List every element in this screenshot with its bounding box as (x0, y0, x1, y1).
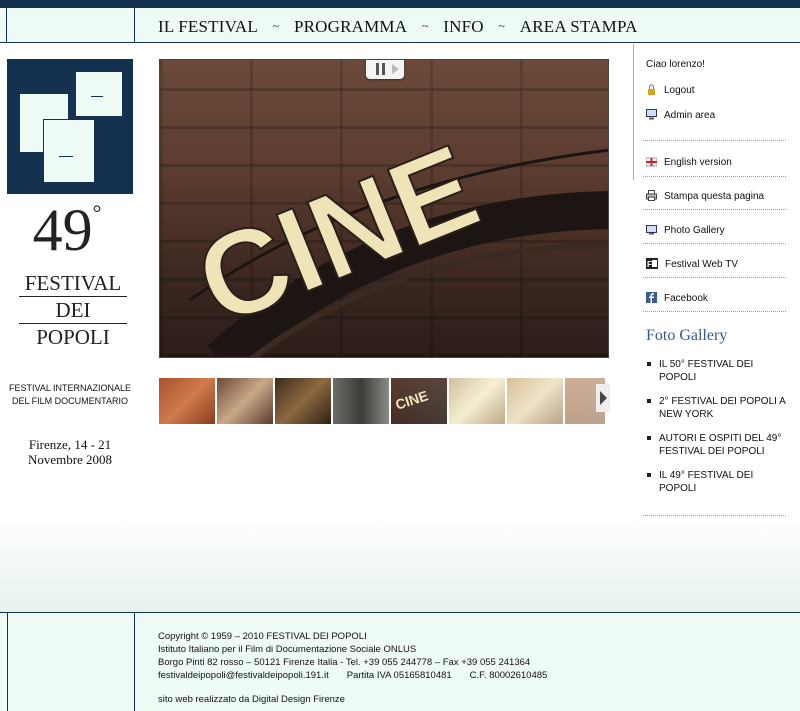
lock-icon (646, 84, 657, 95)
photo-gallery-link[interactable]: Photo Gallery (646, 224, 725, 236)
link-label: English version (664, 157, 732, 168)
festival-subtitle: FESTIVAL INTERNAZIONALE DEL FILM DOCUMEN… (8, 383, 132, 406)
gallery-item-label: IL 50° FESTIVAL DEI POPOLI (659, 359, 754, 383)
contact-line: festivaldeipopoli@festivaldeipopoli.191.… (158, 669, 547, 682)
footer: Copyright © 1959 – 2010 FESTIVAL DEI POP… (0, 612, 800, 711)
divider (134, 613, 135, 711)
logo-dash (91, 96, 103, 97)
link-label: Facebook (664, 293, 708, 304)
divider (643, 176, 786, 177)
web-tv-link[interactable]: F Festival Web TV (646, 258, 738, 270)
facebook-icon (646, 292, 657, 303)
thumbnail[interactable] (275, 378, 331, 424)
uk-flag-icon (645, 156, 658, 167)
bullet-icon (647, 362, 651, 366)
thumbnail[interactable] (217, 378, 273, 424)
main-navigation: IL FESTIVAL ~ PROGRAMMA ~ INFO ~ AREA STAMPA (0, 8, 800, 43)
divider (6, 8, 7, 42)
bullet-icon (647, 473, 651, 477)
logo-square (43, 119, 95, 183)
nav-item-il-festival[interactable]: IL FESTIVAL (158, 17, 258, 36)
link-label: Admin area (664, 110, 716, 121)
thumbnail[interactable] (159, 378, 215, 424)
address: Borgo Pinti 82 rosso – 50121 Firenze Ita… (158, 657, 531, 668)
thumbnail[interactable] (333, 378, 389, 424)
facebook-link[interactable]: Facebook (646, 292, 708, 304)
user-greeting: Ciao lorenzo! (646, 59, 705, 70)
nav-separator: ~ (498, 19, 506, 33)
gallery-item-label: 2° FESTIVAL DEI POPOLI A NEW YORK (659, 396, 786, 420)
festival-logo[interactable] (7, 59, 133, 194)
nav-item-info[interactable]: INFO (443, 17, 483, 36)
footer-gradient (0, 520, 800, 612)
fiscal-code: C.F. 80002610485 (469, 670, 548, 681)
bullet-icon (647, 399, 651, 403)
email-link[interactable]: festivaldeipopoli@festivaldeipopoli.191.… (158, 670, 329, 681)
gallery-icon (646, 224, 657, 235)
divider (7, 613, 8, 711)
credit-link[interactable]: sito web realizzato da Digital Design Fi… (158, 693, 547, 706)
edition-number: 49° (32, 197, 102, 263)
webtv-icon: F (646, 258, 658, 269)
logout-link[interactable]: Logout (646, 84, 695, 96)
printer-icon (646, 190, 657, 201)
english-version-link[interactable]: English version (645, 156, 732, 168)
slideshow-image[interactable]: CINE (159, 59, 609, 358)
svg-text:F: F (647, 260, 652, 269)
gallery-title: Foto Gallery (646, 327, 728, 344)
link-label: Logout (664, 85, 695, 96)
link-label: Photo Gallery (664, 225, 725, 236)
divider (643, 277, 786, 278)
thumbnail-fade (390, 378, 610, 424)
gallery-item[interactable]: IL 49° FESTIVAL DEI POPOLI (647, 469, 792, 495)
divider (643, 311, 786, 312)
gallery-item[interactable]: IL 50° FESTIVAL DEI POPOLI (647, 358, 792, 384)
pause-button[interactable] (366, 60, 404, 79)
logo-square (75, 71, 123, 117)
pause-icon (382, 63, 385, 75)
pause-icon (376, 63, 379, 75)
nav-menu: IL FESTIVAL ~ PROGRAMMA ~ INFO ~ AREA STAMPA (158, 17, 638, 37)
monitor-icon (646, 109, 657, 120)
thumbnail-next-button[interactable] (596, 384, 610, 412)
arrow-right-icon (600, 391, 607, 405)
footer-text: Copyright © 1959 – 2010 FESTIVAL DEI POP… (158, 630, 547, 706)
admin-area-link[interactable]: Admin area (646, 109, 715, 121)
link-label: Festival Web TV (665, 259, 738, 270)
copyright: Copyright © 1959 – 2010 FESTIVAL DEI POP… (158, 631, 367, 642)
link-label: Stampa questa pagina (664, 191, 765, 202)
play-icon (392, 64, 399, 74)
gallery-item[interactable]: 2° FESTIVAL DEI POPOLI A NEW YORK (647, 395, 792, 421)
nav-item-programma[interactable]: PROGRAMMA (294, 17, 407, 36)
gallery-item-label: AUTORI E OSPITI DEL 49° FESTIVAL DEI POP… (659, 433, 782, 457)
sign-letters: CINE (179, 119, 495, 351)
divider (643, 209, 786, 210)
gallery-item[interactable]: AUTORI E OSPITI DEL 49° FESTIVAL DEI POP… (647, 432, 792, 458)
nav-item-area-stampa[interactable]: AREA STAMPA (520, 17, 638, 36)
gallery-item-label: IL 49° FESTIVAL DEI POPOLI (659, 470, 754, 494)
festival-dates: Firenze, 14 - 21 Novembre 2008 (27, 437, 113, 467)
vat-number: Partita IVA 05165810481 (346, 670, 452, 681)
cine-sign: CINE (178, 118, 608, 357)
divider (643, 140, 786, 141)
top-bar (0, 0, 800, 8)
divider (134, 8, 135, 42)
print-page-link[interactable]: Stampa questa pagina (646, 190, 764, 202)
divider (643, 243, 786, 244)
nav-separator: ~ (421, 19, 429, 33)
nav-separator: ~ (272, 19, 280, 33)
divider (643, 515, 786, 516)
logo-dash (59, 156, 73, 157)
institute-name: Istituto Italiano per il Film di Documen… (158, 644, 417, 655)
divider (633, 44, 634, 180)
bullet-icon (647, 436, 651, 440)
festival-name: FESTIVAL DEI POPOLI (19, 270, 127, 350)
